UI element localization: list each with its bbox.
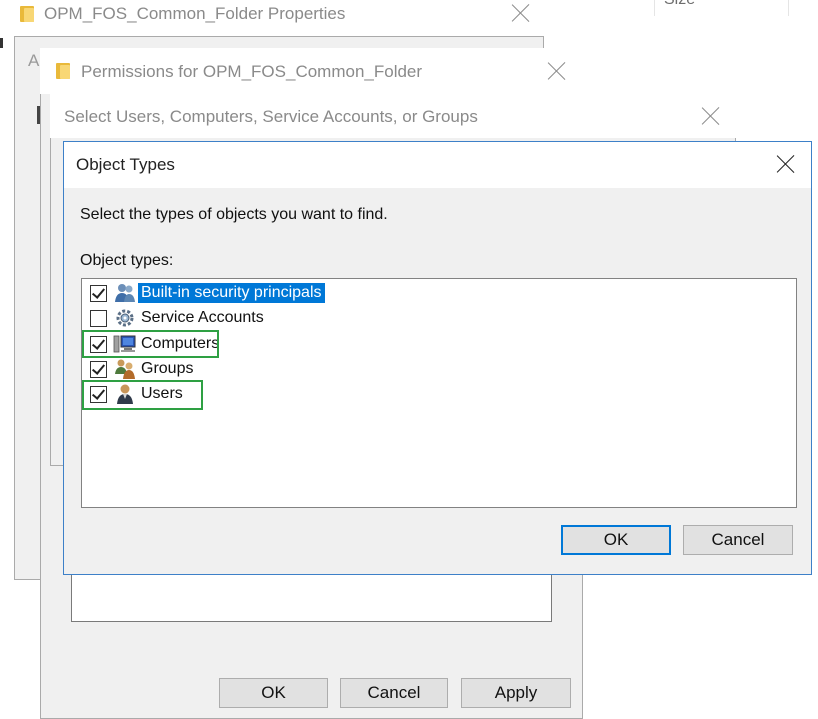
object-types-title: Object Types xyxy=(76,155,175,174)
checkbox[interactable] xyxy=(90,310,107,327)
permissions-window-title: Permissions for OPM_FOS_Common_Folder xyxy=(81,62,423,81)
folder-icon xyxy=(20,4,34,22)
object-types-list-label: Object types: xyxy=(80,252,174,269)
properties-close-icon[interactable] xyxy=(511,3,531,23)
select-users-window-title: Select Users, Computers, Service Account… xyxy=(64,107,478,126)
properties-tab-label[interactable]: A xyxy=(28,51,39,71)
list-item-service-accounts[interactable]: Service Accounts xyxy=(82,307,382,332)
list-item-built-in-security-principals[interactable]: Built-in security principals xyxy=(82,282,382,307)
folder-icon xyxy=(56,61,70,79)
size-column-header[interactable]: Size xyxy=(664,0,695,9)
object-types-list[interactable]: Built-in security principals Service Acc… xyxy=(81,278,797,508)
select-users-window-titlebar: Select Users, Computers, Service Account… xyxy=(50,94,736,138)
column-divider xyxy=(654,0,655,16)
object-types-cancel-button[interactable]: Cancel xyxy=(683,525,793,555)
object-types-dialog: Object Types Select the types of objects… xyxy=(63,141,812,575)
highlight-frame-users xyxy=(82,380,203,410)
checkbox[interactable] xyxy=(90,361,107,378)
highlight-frame-computers xyxy=(82,330,219,358)
permissions-apply-button[interactable]: Apply xyxy=(461,678,571,708)
permissions-left-mark xyxy=(37,106,40,124)
list-item-label: Built-in security principals xyxy=(138,283,325,303)
properties-window-title: OPM_FOS_Common_Folder Properties xyxy=(44,4,346,23)
object-types-close-icon[interactable] xyxy=(776,154,796,174)
object-types-description: Select the types of objects you want to … xyxy=(80,206,388,223)
permissions-ok-button[interactable]: OK xyxy=(219,678,328,708)
select-users-close-icon[interactable] xyxy=(701,106,721,126)
properties-window-titlebar: OPM_FOS_Common_Folder Properties xyxy=(0,0,546,30)
service-accounts-icon xyxy=(116,309,134,327)
list-item-label: Groups xyxy=(141,360,194,377)
left-edge-mark xyxy=(0,38,3,48)
permissions-list-box[interactable] xyxy=(71,575,552,622)
object-types-ok-button[interactable]: OK xyxy=(561,525,671,555)
permissions-window-titlebar: Permissions for OPM_FOS_Common_Folder xyxy=(40,48,583,94)
permissions-cancel-button[interactable]: Cancel xyxy=(340,678,448,708)
security-principals-icon xyxy=(115,284,135,302)
permissions-close-icon[interactable] xyxy=(547,61,567,81)
list-item-label: Service Accounts xyxy=(141,309,264,326)
groups-icon xyxy=(115,359,135,379)
object-types-titlebar: Object Types xyxy=(64,142,811,188)
checkbox[interactable] xyxy=(90,285,107,302)
column-divider xyxy=(788,0,789,16)
